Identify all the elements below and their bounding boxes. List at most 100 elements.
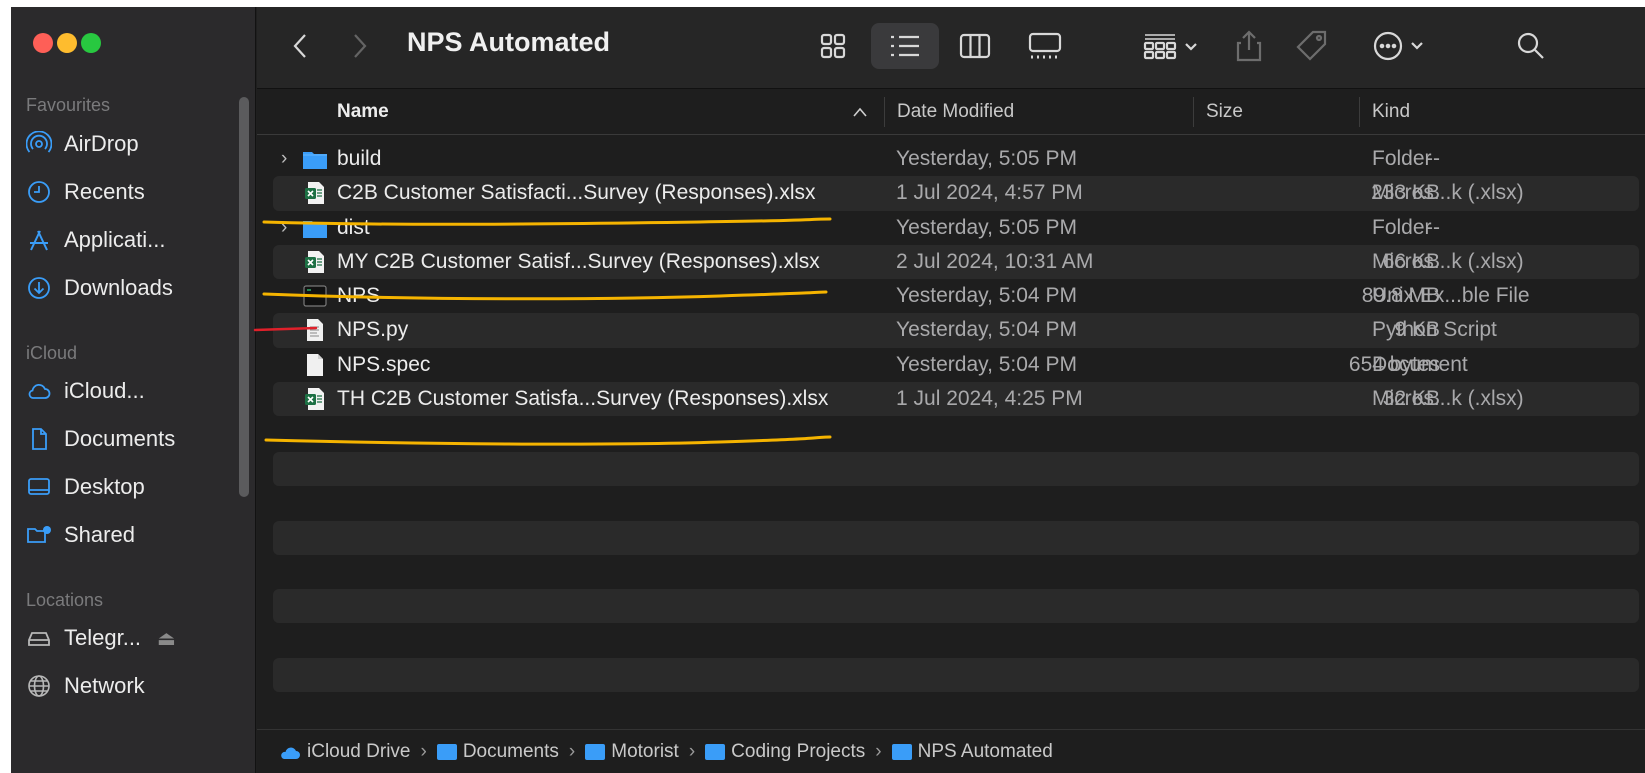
tags-button[interactable] bbox=[1287, 23, 1337, 69]
column-header-name[interactable]: Name bbox=[337, 89, 389, 135]
file-name: build bbox=[337, 147, 382, 170]
list-view-button[interactable] bbox=[871, 23, 939, 69]
minimize-button[interactable] bbox=[57, 33, 77, 53]
file-kind: Unix Ex...ble File bbox=[1372, 284, 1530, 308]
search-button[interactable] bbox=[1509, 23, 1553, 69]
list-icon bbox=[891, 35, 919, 57]
search-icon bbox=[1517, 32, 1544, 59]
path-item-icloud-drive[interactable]: iCloud Drive bbox=[279, 741, 410, 763]
sidebar-item-network[interactable]: Network bbox=[26, 666, 145, 706]
table-row[interactable]: › dist Yesterday, 5:05 PM -- Folder bbox=[273, 211, 1639, 245]
more-actions-button[interactable] bbox=[1367, 23, 1437, 69]
file-date: Yesterday, 5:05 PM bbox=[896, 147, 1077, 170]
icon-view-button[interactable] bbox=[805, 23, 861, 69]
column-view-button[interactable] bbox=[947, 23, 1003, 69]
sidebar-item-label: Applicati... bbox=[64, 227, 166, 252]
path-separator-icon: › bbox=[875, 740, 882, 762]
sidebar-item-label: Downloads bbox=[64, 275, 173, 300]
folder-icon bbox=[436, 743, 457, 760]
column-header-date[interactable]: Date Modified bbox=[897, 89, 1014, 135]
sort-ascending-icon[interactable] bbox=[853, 89, 867, 135]
file-list: › build Yesterday, 5:05 PM -- Folder C2B… bbox=[273, 142, 1639, 417]
close-button[interactable] bbox=[33, 33, 53, 53]
file-kind: Folder bbox=[1372, 215, 1432, 239]
applications-icon bbox=[30, 230, 48, 251]
table-row[interactable]: NPS.py Yesterday, 5:04 PM 9 KB Python Sc… bbox=[273, 313, 1639, 348]
globe-icon bbox=[28, 675, 50, 697]
sidebar-item-label: Shared bbox=[64, 522, 135, 547]
sidebar-item-telegram-disk[interactable]: Telegr... ⏏ bbox=[26, 618, 176, 658]
file-name: C2B Customer Satisfacti...Survey (Respon… bbox=[337, 181, 816, 205]
folder-icon bbox=[705, 743, 726, 760]
sidebar-item-label: Desktop bbox=[64, 474, 145, 499]
sidebar-item-applications[interactable]: Applicati... bbox=[26, 220, 166, 260]
sidebar-item-recents[interactable]: Recents bbox=[26, 172, 145, 212]
column-divider[interactable] bbox=[1359, 97, 1360, 127]
file-date: 2 Jul 2024, 10:31 AM bbox=[896, 249, 1094, 273]
path-label: Documents bbox=[462, 740, 559, 762]
folder-icon bbox=[585, 743, 606, 760]
zoom-button[interactable] bbox=[81, 33, 101, 53]
disclosure-chevron-icon[interactable]: › bbox=[281, 142, 299, 176]
sidebar-item-icloud-drive[interactable]: iCloud... bbox=[26, 371, 145, 411]
table-row[interactable]: TH C2B Customer Satisfa...Survey (Respon… bbox=[273, 382, 1639, 417]
sidebar-item-airdrop[interactable]: AirDrop bbox=[26, 124, 139, 164]
chevron-left-icon bbox=[293, 34, 306, 58]
table-row[interactable]: NPS Yesterday, 5:04 PM 89.8 MB Unix Ex..… bbox=[273, 279, 1639, 313]
sidebar-item-downloads[interactable]: Downloads bbox=[26, 268, 173, 308]
gallery-view-button[interactable] bbox=[1015, 23, 1075, 69]
back-button[interactable] bbox=[281, 23, 321, 69]
shared-folder-icon bbox=[27, 526, 51, 543]
download-icon bbox=[28, 277, 50, 299]
path-item-nps-automated[interactable]: NPS Automated bbox=[891, 740, 1053, 763]
file-name: dist bbox=[337, 215, 370, 239]
column-divider[interactable] bbox=[1193, 97, 1194, 127]
disclosure-chevron-icon[interactable]: › bbox=[281, 211, 299, 245]
grid-icon bbox=[820, 33, 846, 59]
eject-icon[interactable]: ⏏ bbox=[157, 626, 176, 651]
table-row[interactable]: NPS.spec Yesterday, 5:04 PM 654 bytes Do… bbox=[273, 348, 1639, 382]
group-icon bbox=[1143, 34, 1197, 60]
sidebar-item-desktop[interactable]: Desktop bbox=[26, 467, 145, 507]
folder-icon bbox=[301, 211, 329, 245]
file-date: 1 Jul 2024, 4:57 PM bbox=[896, 181, 1083, 205]
file-name: NPS.spec bbox=[337, 352, 431, 376]
path-separator-icon: › bbox=[568, 740, 576, 762]
sidebar-item-shared[interactable]: Shared bbox=[26, 515, 135, 555]
path-item-coding-projects[interactable]: Coding Projects bbox=[705, 741, 865, 763]
path-label: Motorist bbox=[611, 740, 679, 762]
folder-icon bbox=[891, 743, 912, 760]
sidebar-item-label: Telegr... bbox=[64, 625, 142, 650]
sidebar-scrollbar[interactable] bbox=[239, 97, 249, 497]
empty-row bbox=[273, 521, 1639, 555]
forward-button[interactable] bbox=[339, 23, 379, 69]
path-item-documents[interactable]: Documents bbox=[436, 740, 559, 763]
file-kind: Document bbox=[1372, 352, 1468, 376]
file-kind: Python Script bbox=[1372, 318, 1497, 342]
tag-icon bbox=[1296, 30, 1327, 61]
airdrop-icon bbox=[26, 131, 52, 153]
share-button[interactable] bbox=[1227, 23, 1271, 69]
group-by-button[interactable] bbox=[1137, 23, 1207, 69]
file-name: MY C2B Customer Satisf...Survey (Respons… bbox=[337, 249, 820, 273]
script-file-icon bbox=[301, 313, 329, 347]
file-name: NPS bbox=[337, 284, 381, 308]
path-separator-icon: › bbox=[420, 740, 427, 762]
table-row[interactable]: MY C2B Customer Satisf...Survey (Respons… bbox=[273, 244, 1639, 280]
table-row[interactable]: C2B Customer Satisfacti...Survey (Respon… bbox=[273, 176, 1639, 211]
column-divider[interactable] bbox=[884, 97, 885, 127]
document-file-icon bbox=[301, 348, 329, 382]
path-label: Coding Projects bbox=[731, 740, 866, 762]
path-label: NPS Automated bbox=[917, 740, 1053, 762]
file-date: Yesterday, 5:04 PM bbox=[896, 318, 1077, 342]
path-item-motorist[interactable]: Motorist bbox=[585, 741, 679, 763]
sidebar-item-label: AirDrop bbox=[64, 131, 139, 156]
chevron-right-icon bbox=[354, 34, 367, 58]
column-header-kind[interactable]: Kind bbox=[1372, 89, 1410, 135]
column-header-size[interactable]: Size bbox=[1206, 89, 1243, 135]
sidebar-item-documents[interactable]: Documents bbox=[26, 419, 175, 459]
table-row[interactable]: › build Yesterday, 5:05 PM -- Folder bbox=[273, 142, 1639, 176]
sidebar-item-label: Recents bbox=[64, 179, 145, 204]
columns-icon bbox=[959, 33, 991, 59]
sidebar-item-label: Network bbox=[64, 673, 145, 698]
